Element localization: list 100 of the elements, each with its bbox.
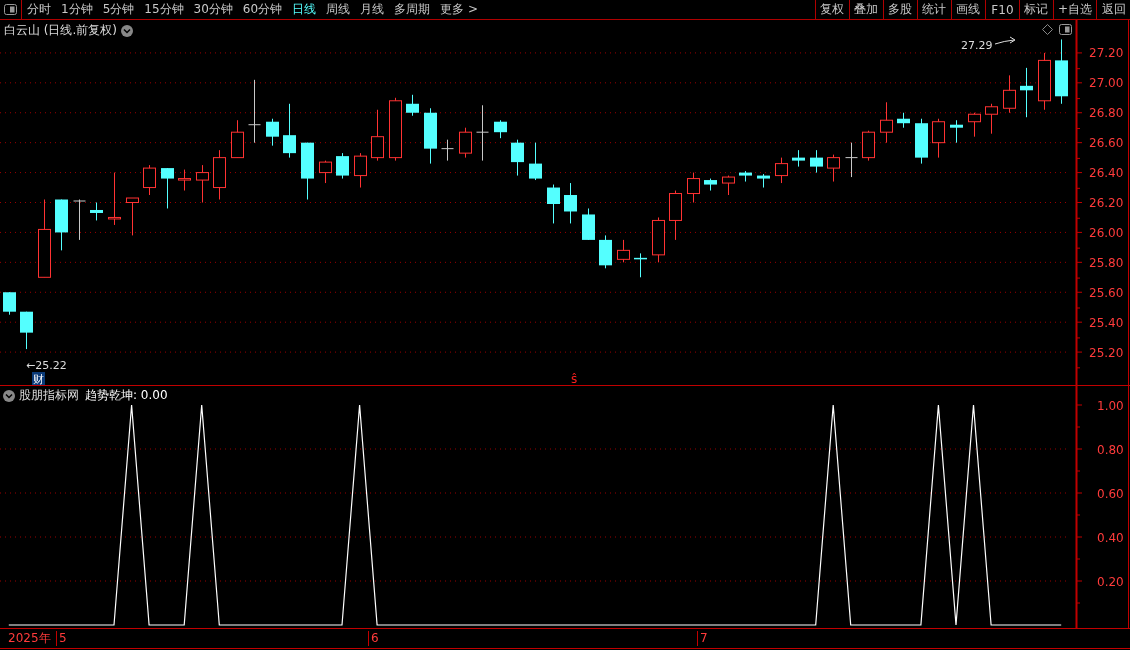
candlestick	[529, 142, 542, 181]
toolbar-button[interactable]: 画线	[950, 0, 985, 19]
toolbar-button[interactable]: 统计	[916, 0, 951, 19]
candlestick	[459, 127, 472, 159]
period-tab[interactable]: 1分钟	[57, 0, 97, 19]
candlestick	[704, 178, 717, 192]
axis-label: 0.40	[1097, 530, 1124, 545]
indicator-name[interactable]: 股朋指标网	[19, 387, 79, 404]
candlestick	[722, 175, 735, 196]
stock-title: 白云山 (日线.前复权)	[4, 22, 117, 39]
candlestick	[90, 202, 103, 221]
toolbar-button[interactable]: 标记	[1018, 0, 1053, 19]
candlestick	[354, 152, 367, 189]
candlestick	[126, 197, 139, 236]
candlestick	[20, 311, 33, 350]
candlestick	[1055, 38, 1068, 105]
period-tab[interactable]: 分时	[23, 0, 55, 19]
candlestick	[1003, 74, 1016, 114]
period-tab[interactable]: 15分钟	[140, 0, 188, 19]
axis-label: 26.80	[1089, 106, 1124, 121]
axis-label: 27.00	[1089, 76, 1124, 91]
axis-label: 25.80	[1089, 255, 1124, 270]
indicator-reading: 趋势乾坤: 0.00	[85, 387, 168, 404]
period-tab[interactable]: 5分钟	[98, 0, 139, 19]
candlestick	[617, 239, 630, 263]
date-label: 6	[368, 631, 379, 646]
candlestick	[336, 152, 349, 180]
date-label: 5	[56, 631, 67, 646]
axis-label: 26.60	[1089, 136, 1124, 151]
candlestick	[599, 234, 612, 269]
period-tab[interactable]: 更多 >	[436, 0, 482, 19]
diamond-icon[interactable]	[1042, 24, 1053, 35]
candlestick	[248, 79, 261, 144]
candlestick	[108, 172, 121, 226]
signal-mark: ŝ	[571, 372, 578, 385]
toolbar-button[interactable]: +自选	[1052, 0, 1096, 19]
finance-badge[interactable]: 财	[32, 372, 45, 385]
period-tab[interactable]: 日线	[288, 0, 321, 19]
candlestick	[389, 97, 402, 162]
axis-label: 25.60	[1089, 285, 1124, 300]
period-tab[interactable]: 月线	[356, 0, 389, 19]
axis-label: 0.80	[1097, 442, 1124, 457]
axis-label: 25.40	[1089, 315, 1124, 330]
candlestick	[178, 169, 191, 192]
candlestick	[845, 142, 858, 178]
candlestick	[880, 101, 893, 144]
candlestick	[231, 119, 244, 159]
period-tab[interactable]: 多周期	[390, 0, 435, 19]
candlestick	[511, 139, 524, 177]
candlestick	[652, 216, 665, 263]
candlestick	[213, 149, 226, 200]
toolbar-button[interactable]: 叠加	[848, 0, 883, 19]
date-label: 2025年	[7, 631, 51, 646]
candlestick	[669, 190, 682, 241]
candlestick	[968, 112, 981, 138]
toolbar-button[interactable]: 返回	[1096, 0, 1130, 19]
candlestick	[932, 118, 945, 159]
price-label: 27.29	[961, 39, 993, 52]
candlestick	[196, 164, 209, 203]
candlestick	[283, 103, 296, 159]
candlestick	[73, 199, 86, 241]
dropdown-icon[interactable]	[121, 24, 133, 37]
candlestick	[775, 157, 788, 184]
candlestick	[827, 154, 840, 183]
panel-toggle-icon[interactable]	[4, 4, 17, 15]
candlestick	[634, 252, 647, 278]
candlestick	[266, 118, 279, 147]
candlestick	[55, 199, 68, 251]
candlestick	[301, 142, 314, 200]
candlestick	[319, 160, 332, 184]
arrow-icon	[994, 36, 1016, 45]
axis-label: 0.20	[1097, 574, 1124, 589]
candlestick	[1038, 52, 1051, 111]
axis-label: 0.60	[1097, 486, 1124, 501]
period-tab[interactable]: 周线	[322, 0, 355, 19]
candlestick	[564, 182, 577, 224]
candlestick	[582, 208, 595, 241]
panel-toggle-icon[interactable]	[1059, 24, 1072, 35]
candlestick	[1020, 67, 1033, 118]
candlestick	[494, 119, 507, 139]
candlestick	[950, 119, 963, 144]
candlestick	[406, 94, 419, 117]
period-tab[interactable]: 60分钟	[238, 0, 287, 19]
candlestick	[810, 149, 823, 174]
candlestick	[915, 118, 928, 165]
axis-label: 25.20	[1089, 345, 1124, 360]
candlestick	[441, 139, 454, 162]
toolbar-button[interactable]: 复权	[814, 0, 849, 19]
candlestick	[985, 103, 998, 135]
period-tab[interactable]: 30分钟	[189, 0, 237, 19]
axis-label: 27.20	[1089, 46, 1124, 61]
candlestick	[3, 291, 16, 316]
toolbar-button[interactable]: 多股	[882, 0, 917, 19]
axis-label: 26.00	[1089, 225, 1124, 240]
axis-label: 26.20	[1089, 196, 1124, 210]
candlestick	[424, 107, 437, 165]
candlestick	[862, 130, 875, 162]
toolbar-button[interactable]: F10	[984, 0, 1019, 19]
dropdown-icon[interactable]	[3, 389, 15, 402]
date-label: 7	[697, 631, 708, 646]
